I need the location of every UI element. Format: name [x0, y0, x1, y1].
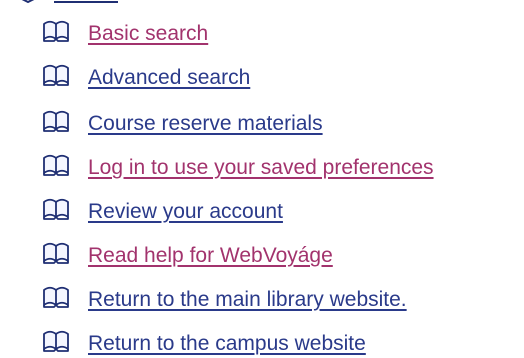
list-item-read-help: Read help for WebVoyáge — [42, 238, 333, 274]
list-item-campus-website: Return to the campus website — [42, 326, 366, 358]
review-account-link[interactable]: Review your account — [88, 200, 283, 224]
campus-website-link[interactable]: Return to the campus website — [88, 332, 366, 356]
list-item-basic-search: Basic search — [42, 16, 208, 52]
list-item-log-in: Log in to use your saved preferences — [42, 150, 434, 186]
list-item-review-account: Review your account — [42, 194, 283, 230]
open-book-icon — [42, 153, 70, 177]
cropped-heading-fragment — [21, 0, 118, 4]
log-in-link[interactable]: Log in to use your saved preferences — [88, 156, 434, 180]
read-help-link[interactable]: Read help for WebVoyáge — [88, 244, 333, 268]
open-book-icon — [42, 329, 70, 353]
library-menu-page: Basic search Advanced search Course rese… — [0, 0, 524, 358]
open-book-icon — [42, 109, 70, 133]
open-book-icon — [42, 197, 70, 221]
list-item-advanced-search: Advanced search — [42, 60, 250, 96]
main-library-link[interactable]: Return to the main library website. — [88, 288, 407, 312]
basic-search-link[interactable]: Basic search — [88, 22, 208, 46]
advanced-search-link[interactable]: Advanced search — [88, 66, 250, 90]
open-book-icon — [42, 19, 70, 43]
course-reserve-link[interactable]: Course reserve materials — [88, 112, 323, 136]
open-book-icon — [42, 285, 70, 309]
list-item-main-library: Return to the main library website. — [42, 282, 407, 318]
open-book-icon — [42, 63, 70, 87]
list-item-course-reserve: Course reserve materials — [42, 106, 323, 142]
open-book-icon — [42, 241, 70, 265]
